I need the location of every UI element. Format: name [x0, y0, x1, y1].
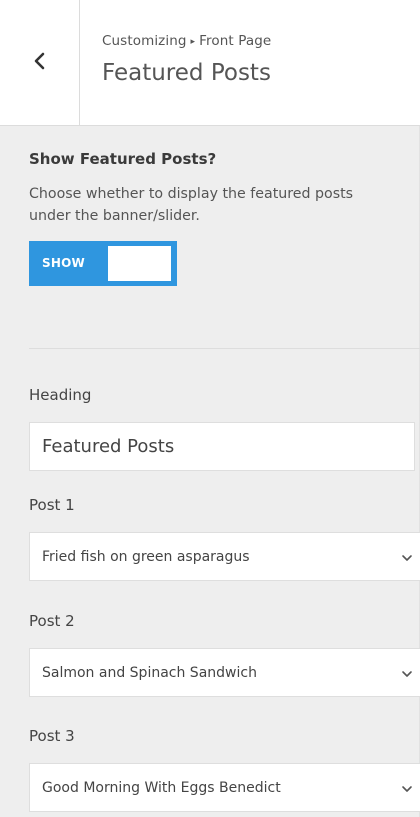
toggle-label: SHOW	[42, 256, 85, 270]
page-title: Featured Posts	[102, 60, 271, 86]
show-featured-toggle[interactable]: SHOW	[29, 241, 177, 286]
breadcrumb-section: Front Page	[199, 33, 272, 49]
chevron-left-icon	[33, 51, 47, 75]
section-divider	[29, 348, 420, 349]
show-featured-description: Choose whether to display the featured p…	[29, 186, 354, 224]
breadcrumb: Customizing ▸ Front Page	[102, 33, 271, 49]
heading-label: Heading	[29, 386, 92, 404]
post-2-selected-value: Salmon and Spinach Sandwich	[42, 665, 257, 681]
panel-title-wrap: Customizing ▸ Front Page Featured Posts	[102, 33, 271, 86]
post-2-select[interactable]: Salmon and Spinach Sandwich	[29, 648, 420, 697]
customizer-panel: Customizing ▸ Front Page Featured Posts Sh…	[0, 0, 420, 817]
heading-input[interactable]	[29, 422, 415, 471]
toggle-knob	[108, 246, 171, 281]
post-1-label: Post 1	[29, 496, 75, 514]
post-3-select[interactable]: Good Morning With Eggs Benedict	[29, 763, 420, 812]
chevron-down-icon	[394, 533, 420, 582]
panel-header: Customizing ▸ Front Page Featured Posts	[0, 0, 420, 126]
post-3-label: Post 3	[29, 727, 75, 745]
chevron-down-icon	[394, 764, 420, 813]
breadcrumb-separator: ▸	[190, 37, 196, 47]
chevron-down-icon	[394, 649, 420, 698]
show-featured-label: Show Featured Posts?	[29, 150, 217, 168]
back-button[interactable]	[0, 0, 80, 126]
post-2-label: Post 2	[29, 612, 75, 630]
breadcrumb-root: Customizing	[102, 33, 187, 49]
post-1-selected-value: Fried fish on green asparagus	[42, 549, 250, 565]
post-1-select[interactable]: Fried fish on green asparagus	[29, 532, 420, 581]
post-3-selected-value: Good Morning With Eggs Benedict	[42, 780, 281, 796]
